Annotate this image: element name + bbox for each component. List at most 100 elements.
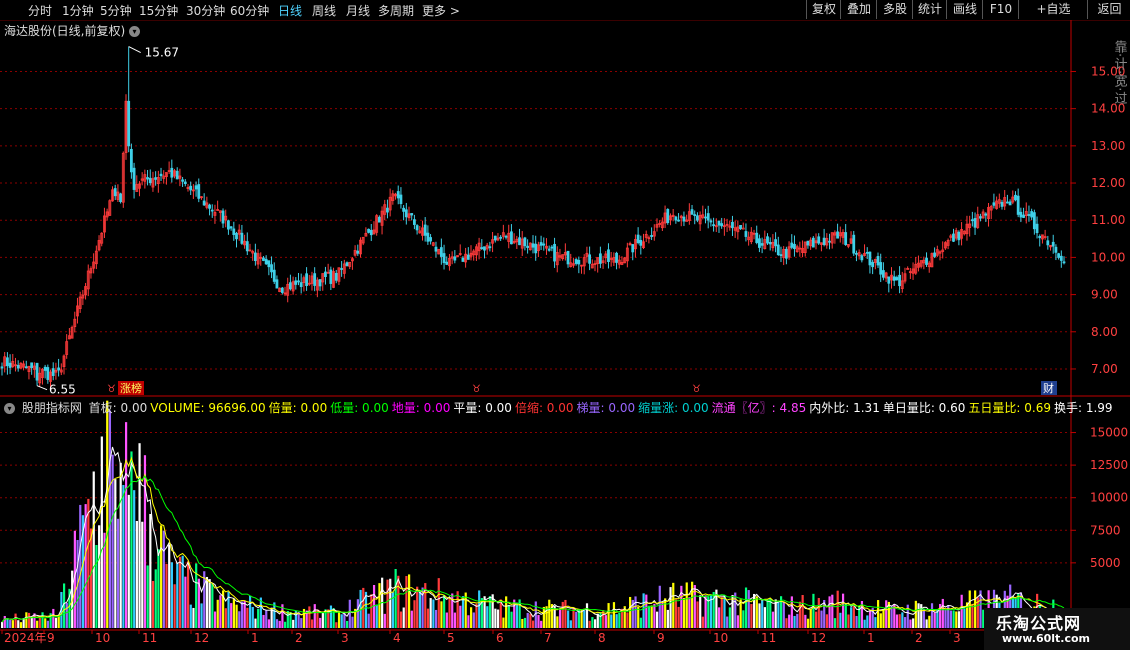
volume-bar bbox=[106, 400, 109, 628]
candle-body bbox=[367, 228, 370, 233]
candle-body bbox=[779, 254, 783, 257]
candle-body bbox=[194, 185, 198, 190]
volume-tick-label: 12500 bbox=[1090, 458, 1128, 472]
volume-bar bbox=[434, 609, 438, 628]
candle-body bbox=[776, 244, 780, 255]
candle-body bbox=[197, 184, 201, 199]
indicator-name[interactable]: 股朋指标网 bbox=[22, 401, 82, 415]
time-axis-label: 3 bbox=[341, 631, 349, 645]
candle-body bbox=[480, 247, 484, 249]
candle-body bbox=[313, 273, 317, 286]
candle-body bbox=[1057, 253, 1061, 258]
candle-body bbox=[790, 242, 794, 248]
volume-bar bbox=[885, 600, 888, 628]
volume-bar bbox=[949, 610, 952, 628]
candle-body bbox=[518, 237, 521, 246]
volume-bar bbox=[488, 596, 492, 628]
candle-body bbox=[275, 279, 279, 289]
volume-bar bbox=[666, 609, 669, 628]
volume-bar bbox=[300, 618, 303, 628]
volume-bar bbox=[747, 590, 750, 628]
volume-bar bbox=[820, 610, 823, 628]
volume-bar bbox=[470, 607, 473, 628]
volume-bar bbox=[877, 600, 880, 628]
volume-bar bbox=[340, 614, 343, 628]
volume-bar bbox=[44, 618, 47, 628]
volume-bar bbox=[467, 615, 470, 628]
candle-body bbox=[1035, 223, 1039, 234]
kline-chart[interactable]: 15.0014.0013.0012.0011.0010.009.008.007.… bbox=[0, 0, 1130, 650]
marker-cai: 财 bbox=[1043, 381, 1054, 395]
candle-body bbox=[811, 237, 815, 248]
time-axis-label: 2024年 bbox=[4, 631, 47, 645]
volume-tick-label: 15000 bbox=[1090, 426, 1128, 440]
volume-bar bbox=[542, 606, 545, 628]
candle-body bbox=[415, 225, 419, 231]
volume-bar bbox=[804, 614, 807, 628]
volume-bar bbox=[567, 610, 570, 628]
candle-body bbox=[8, 362, 12, 368]
candle-body bbox=[1022, 214, 1025, 218]
volume-bar bbox=[901, 612, 904, 628]
volume-bar bbox=[561, 601, 564, 628]
time-axis-label: 4 bbox=[393, 631, 401, 645]
volume-bar bbox=[653, 603, 656, 628]
candle-body bbox=[822, 237, 826, 245]
volume-bar bbox=[151, 580, 155, 628]
volume-bar bbox=[750, 603, 753, 628]
candle-body bbox=[731, 221, 734, 229]
price-tick-label: 8.00 bbox=[1091, 325, 1118, 339]
volume-bar bbox=[532, 620, 535, 628]
watermark: 乐淘公式网 www.60lt.com bbox=[984, 608, 1130, 650]
candle-body bbox=[119, 193, 122, 203]
candle-body bbox=[1027, 214, 1031, 216]
volume-bar bbox=[526, 612, 529, 628]
candle-body bbox=[299, 282, 303, 288]
candle-body bbox=[235, 232, 238, 240]
volume-bar bbox=[629, 596, 632, 628]
volume-bar bbox=[658, 585, 661, 628]
volume-bar bbox=[386, 579, 389, 628]
candle-body bbox=[159, 173, 163, 177]
volume-bar bbox=[122, 485, 125, 628]
candle-body bbox=[240, 232, 244, 244]
candle-body bbox=[229, 226, 233, 229]
volume-bar bbox=[219, 595, 222, 628]
volume-bar bbox=[793, 615, 796, 628]
volume-bar bbox=[119, 462, 122, 628]
volume-bar bbox=[955, 611, 958, 628]
candle-body bbox=[154, 177, 158, 180]
candle-body bbox=[704, 216, 707, 219]
time-axis-label: 10 bbox=[713, 631, 728, 645]
candle-body bbox=[1016, 195, 1020, 215]
volume-bar bbox=[529, 613, 532, 628]
volume-bar bbox=[192, 607, 195, 628]
candle-body bbox=[574, 259, 578, 264]
indicator-dropdown-icon[interactable]: ▾ bbox=[4, 403, 15, 414]
candle-body bbox=[305, 273, 308, 286]
candle-body bbox=[510, 231, 513, 245]
candle-body bbox=[1054, 246, 1058, 253]
candle-body bbox=[318, 279, 322, 287]
volume-bar bbox=[275, 619, 279, 628]
volume-bar bbox=[664, 598, 667, 628]
volume-bar bbox=[448, 597, 451, 628]
volume-bar bbox=[833, 618, 837, 628]
volume-bar bbox=[346, 620, 349, 628]
volume-bar bbox=[224, 608, 227, 628]
candle-body bbox=[324, 271, 327, 277]
volume-bar bbox=[36, 620, 39, 628]
volume-bar bbox=[133, 490, 136, 628]
volume-bar bbox=[413, 600, 416, 628]
volume-bar bbox=[777, 600, 780, 628]
volume-bar bbox=[831, 594, 834, 628]
time-axis-label: 12 bbox=[194, 631, 209, 645]
volume-bar bbox=[362, 587, 365, 628]
volume-bar bbox=[720, 596, 723, 628]
volume-bar bbox=[146, 565, 149, 628]
volume-bar bbox=[273, 602, 276, 628]
candle-body bbox=[766, 236, 769, 244]
volume-bar bbox=[771, 611, 775, 628]
volume-bar bbox=[383, 613, 386, 628]
volume-bar bbox=[310, 619, 314, 628]
